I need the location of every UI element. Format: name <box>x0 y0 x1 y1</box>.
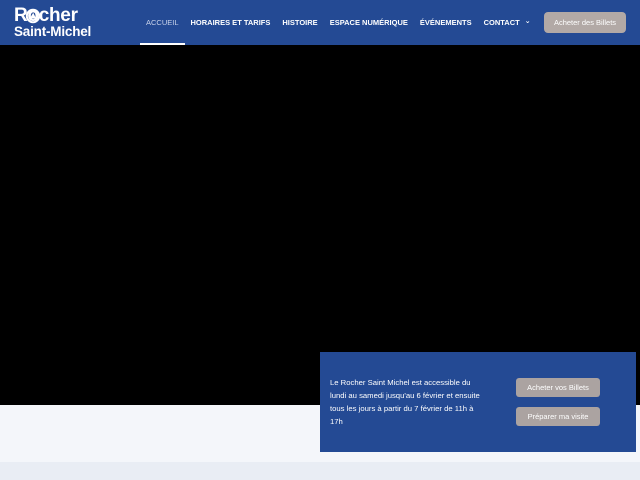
hero-video-area[interactable] <box>0 45 640 405</box>
plan-visit-button[interactable]: Préparer ma visite <box>516 407 600 426</box>
page: Rocher Saint-Michel ACCUEIL HORAIRES ET … <box>0 0 640 480</box>
logo-mountain-icon <box>25 8 41 24</box>
opening-info-panel: Le Rocher Saint Michel est accessible du… <box>320 352 636 452</box>
main-navigation: ACCUEIL HORAIRES ET TARIFS HISTOIRE ESPA… <box>140 0 537 45</box>
opening-hours-text: Le Rocher Saint Michel est accessible du… <box>330 378 480 426</box>
nav-item-accueil[interactable]: ACCUEIL <box>140 0 185 45</box>
nav-item-contact[interactable]: CONTACT ⌄ <box>478 0 537 45</box>
nav-label-contact: CONTACT <box>483 18 520 27</box>
nav-item-evenements[interactable]: ÉVÉNEMENTS <box>414 0 478 45</box>
lower-content-band <box>0 462 640 480</box>
header-buy-tickets-button[interactable]: Acheter des Billets <box>544 12 626 33</box>
nav-label-accueil: ACCUEIL <box>146 18 179 27</box>
site-header: Rocher Saint-Michel ACCUEIL HORAIRES ET … <box>0 0 640 45</box>
nav-label-espace-numerique: ESPACE NUMÉRIQUE <box>329 18 408 27</box>
nav-item-histoire[interactable]: HISTOIRE <box>276 0 323 45</box>
logo-text-rocher: Rocher <box>14 5 78 26</box>
buy-tickets-button[interactable]: Acheter vos Billets <box>516 378 600 397</box>
logo-text-saint-michel: Saint-Michel <box>14 24 92 39</box>
nav-item-horaires-et-tarifs[interactable]: HORAIRES ET TARIFS <box>185 0 277 45</box>
nav-item-espace-numerique[interactable]: ESPACE NUMÉRIQUE <box>324 0 414 45</box>
nav-label-horaires-et-tarifs: HORAIRES ET TARIFS <box>190 18 271 27</box>
nav-label-histoire: HISTOIRE <box>282 18 318 27</box>
nav-label-evenements: ÉVÉNEMENTS <box>419 18 472 27</box>
chevron-down-icon: ⌄ <box>524 18 531 25</box>
site-logo[interactable]: Rocher Saint-Michel <box>14 6 92 40</box>
